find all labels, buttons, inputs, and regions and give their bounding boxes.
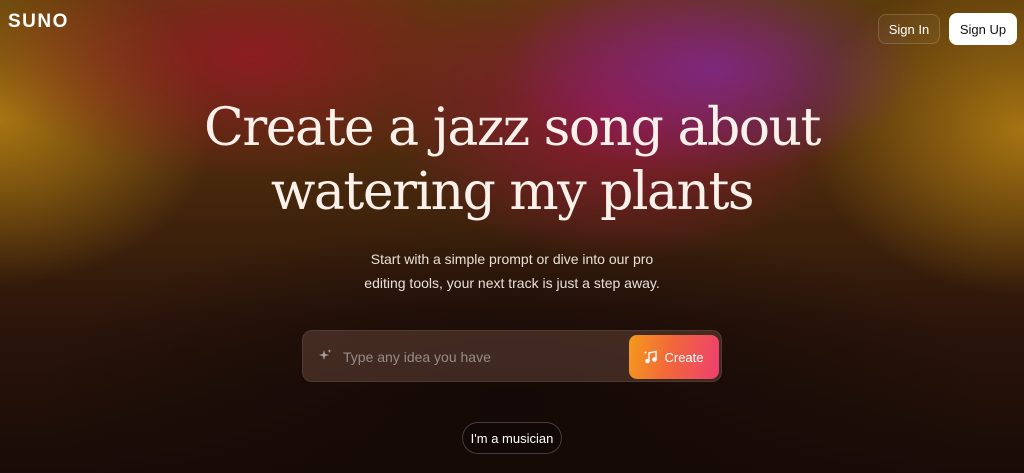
sign-up-button[interactable]: Sign Up (949, 13, 1017, 45)
create-label: Create (664, 349, 704, 365)
subtitle-line-1: Start with a simple prompt or dive into … (370, 251, 654, 267)
hero-subtitle: Start with a simple prompt or dive into … (0, 247, 1024, 295)
sparkle-icon (317, 348, 333, 364)
musician-label: I'm a musician (470, 430, 554, 446)
headline-line-2: watering my plants (270, 162, 755, 222)
sign-up-label: Sign Up (959, 21, 1007, 37)
sign-in-button[interactable]: Sign In (878, 14, 940, 44)
music-note-icon (644, 350, 658, 364)
create-button[interactable]: Create (629, 335, 719, 379)
suno-logo[interactable]: SUNO (8, 11, 69, 33)
prompt-input[interactable] (341, 345, 625, 369)
musician-button[interactable]: I'm a musician (462, 422, 562, 454)
headline-line-1: Create a jazz song about (204, 98, 821, 158)
subtitle-line-2: editing tools, your next track is just a… (364, 275, 660, 291)
prompt-box: Create (302, 330, 722, 382)
hero-headline: Create a jazz song about watering my pla… (0, 96, 1024, 224)
sign-in-label: Sign In (888, 21, 930, 37)
